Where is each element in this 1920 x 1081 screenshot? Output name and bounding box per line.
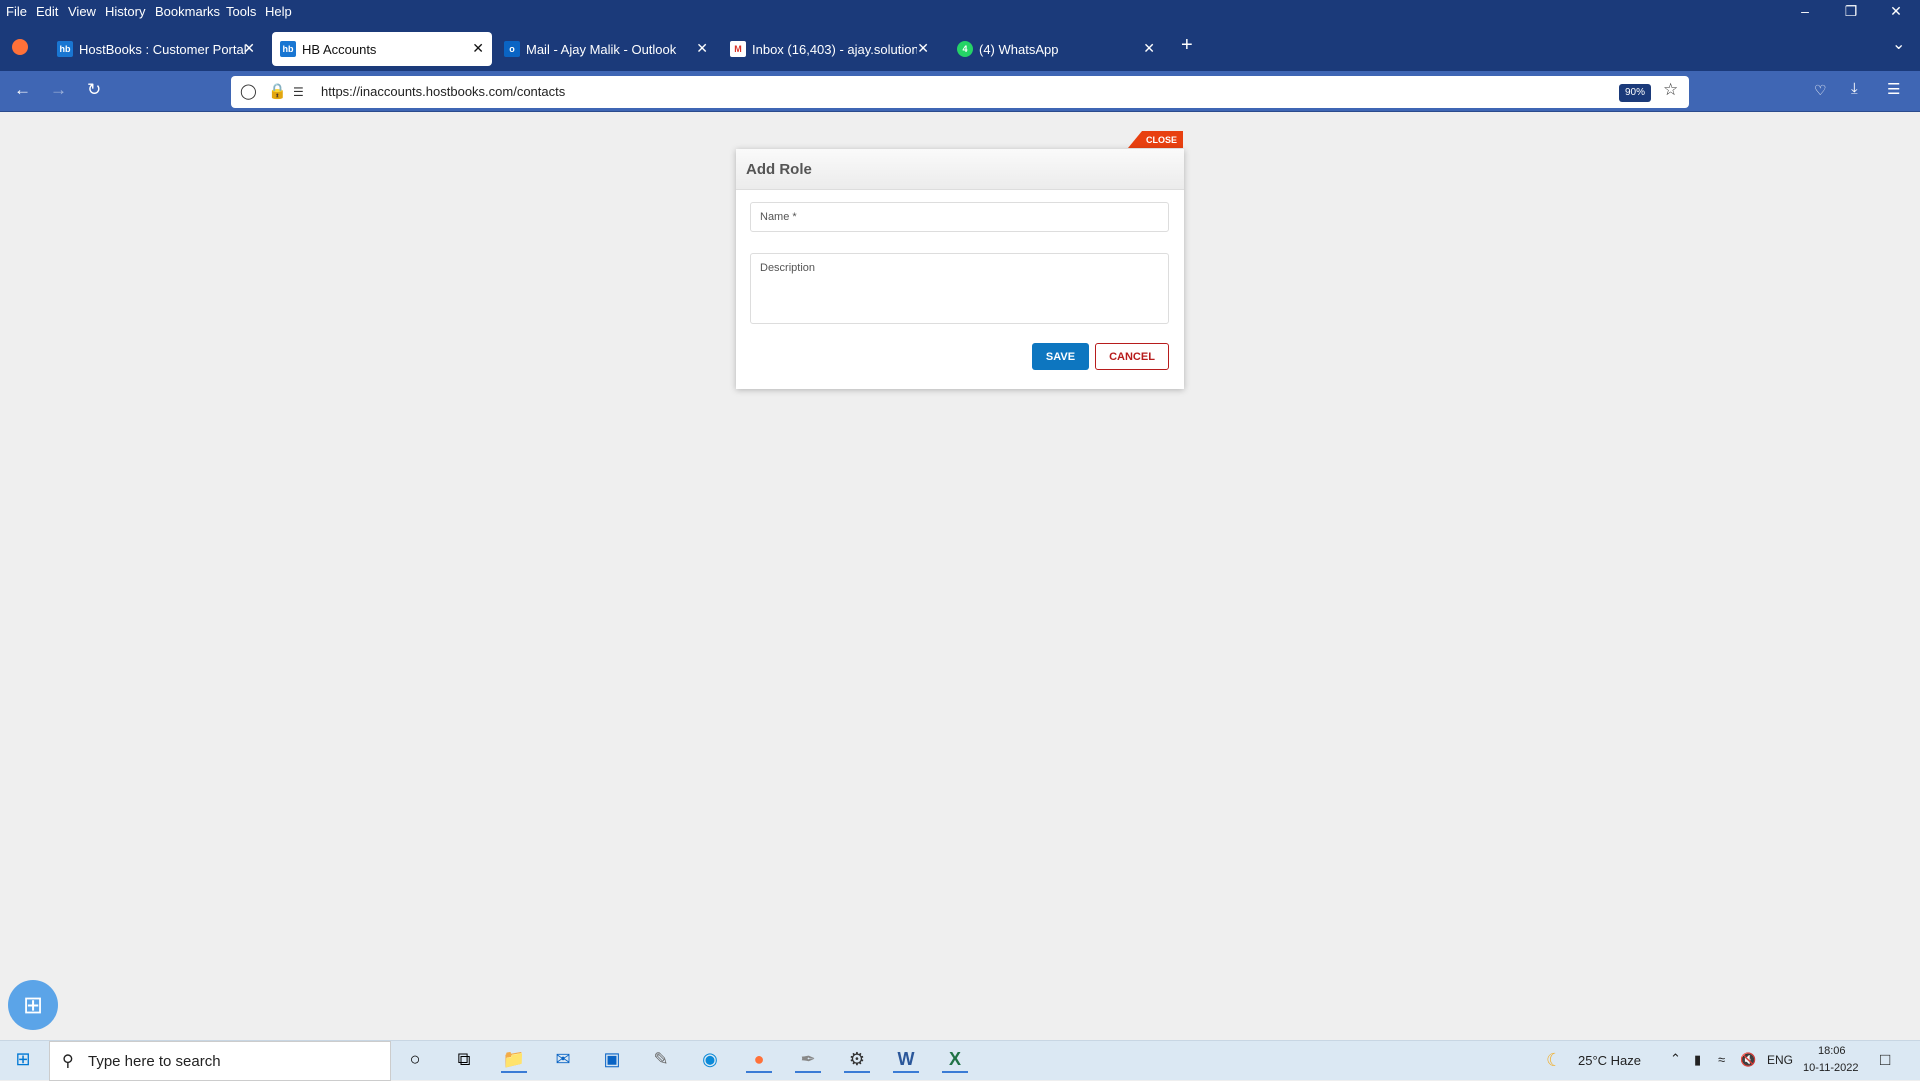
pen-app-icon[interactable]: ✎ — [648, 1049, 674, 1073]
download-icon[interactable]: ⤓ — [1851, 80, 1858, 97]
battery-icon[interactable]: ▮ — [1694, 1052, 1701, 1068]
apps-grid-button[interactable]: ⊞ — [8, 980, 58, 1030]
grid-icon: ⊞ — [22, 991, 44, 1019]
new-tab-icon[interactable]: + — [1181, 34, 1193, 57]
weather-text[interactable]: 25°C Haze — [1578, 1053, 1641, 1068]
taskbar-search[interactable]: ⚲ Type here to search — [49, 1041, 391, 1081]
close-dialog-button[interactable]: CLOSE — [1128, 131, 1183, 148]
close-tab-icon[interactable]: ✕ — [917, 40, 929, 57]
close-tab-icon[interactable]: ✕ — [243, 40, 255, 57]
excel-icon[interactable]: X — [942, 1049, 968, 1073]
mail-icon[interactable]: ✉ — [550, 1049, 576, 1073]
add-role-dialog: Add Role Name * Description SAVE CANCEL — [736, 149, 1184, 389]
lock-icon[interactable]: 🔒 — [268, 82, 287, 100]
task-view-icon[interactable]: ⧉ — [451, 1049, 477, 1073]
navigation-bar: ← → ↻ ◯ 🔒 ☰ https://inaccounts.hostbooks… — [0, 71, 1920, 112]
description-field[interactable]: Description — [750, 253, 1169, 324]
taskbar: ⊞ ⚲ Type here to search ○ ⧉ 📁 ✉ ▣ ✎ ◉ ● … — [0, 1040, 1920, 1081]
back-icon[interactable]: ← — [14, 80, 31, 100]
word-icon[interactable]: W — [893, 1049, 919, 1073]
menu-bar: File Edit View History Bookmarks Tools H… — [0, 0, 1920, 24]
cortana-icon[interactable]: ○ — [402, 1049, 428, 1073]
menu-tools[interactable]: Tools — [226, 4, 256, 19]
notifications-icon[interactable]: □ — [1880, 1050, 1890, 1070]
menu-file[interactable]: File — [6, 4, 27, 19]
reload-icon[interactable]: ↻ — [87, 80, 101, 100]
menu-edit[interactable]: Edit — [36, 4, 58, 19]
tab-hb-accounts[interactable]: hb HB Accounts ✕ — [272, 32, 492, 66]
clock-date[interactable]: 10-11-2022 — [1803, 1062, 1858, 1074]
windows-start-icon[interactable]: ⊞ — [10, 1049, 36, 1073]
menu-bookmarks[interactable]: Bookmarks — [155, 4, 220, 19]
hb-icon: hb — [57, 41, 73, 57]
shield-icon[interactable]: ◯ — [240, 82, 257, 100]
firefox-icon[interactable] — [12, 39, 28, 55]
tab-outlook[interactable]: o Mail - Ajay Malik - Outlook ✕ — [496, 32, 716, 66]
settings-icon[interactable]: ⚙ — [844, 1049, 870, 1073]
menu-view[interactable]: View — [68, 4, 96, 19]
save-button[interactable]: SAVE — [1032, 343, 1089, 370]
list-tabs-icon[interactable]: ⌄ — [1892, 34, 1905, 54]
pocket-icon[interactable]: ♡ — [1814, 82, 1827, 99]
edge-icon[interactable]: ◉ — [697, 1049, 723, 1073]
app-menu-icon[interactable]: ☰ — [1887, 80, 1900, 98]
tab-whatsapp[interactable]: 4 (4) WhatsApp ✕ — [949, 32, 1163, 66]
url-text[interactable]: https://inaccounts.hostbooks.com/contact… — [321, 84, 565, 99]
close-window-icon[interactable]: ✕ — [1876, 3, 1916, 20]
file-explorer-icon[interactable]: 📁 — [501, 1049, 527, 1073]
hb-icon: hb — [280, 41, 296, 57]
firefox-taskbar-icon[interactable]: ● — [746, 1049, 772, 1073]
clock-time[interactable]: 18:06 — [1818, 1045, 1846, 1057]
language-indicator[interactable]: ENG — [1767, 1053, 1793, 1067]
gmail-icon: M — [730, 41, 746, 57]
restore-icon[interactable]: ❐ — [1831, 3, 1871, 20]
forward-icon[interactable]: → — [50, 80, 67, 100]
volume-muted-icon[interactable]: 🔇 — [1740, 1052, 1756, 1068]
tab-gmail[interactable]: MInbox (16,403) - ajay.solutions@✕ — [722, 32, 937, 66]
close-tab-icon[interactable]: ✕ — [696, 40, 708, 57]
cancel-button[interactable]: CANCEL — [1095, 343, 1169, 370]
bookmark-star-icon[interactable]: ☆ — [1663, 80, 1678, 100]
dialog-title: Add Role — [736, 149, 1184, 190]
menu-help[interactable]: Help — [265, 4, 292, 19]
close-tab-icon[interactable]: ✕ — [472, 40, 484, 57]
outlook-icon: o — [504, 41, 520, 57]
name-field[interactable]: Name * — [750, 202, 1169, 232]
weather-icon[interactable]: ☾ — [1546, 1050, 1562, 1071]
wifi-icon[interactable]: ≈ — [1718, 1052, 1725, 1067]
tab-bar: hb HostBooks : Customer Portal ✕ hb HB Acco… — [0, 24, 1920, 71]
menu-history[interactable]: History — [105, 4, 145, 19]
search-icon: ⚲ — [62, 1053, 74, 1070]
minimize-icon[interactable]: – — [1785, 3, 1825, 19]
tab-hostbooks-portal[interactable]: hb HostBooks : Customer Portal ✕ — [49, 32, 263, 66]
store-icon[interactable]: ▣ — [599, 1049, 625, 1073]
address-bar[interactable]: ◯ 🔒 ☰ https://inaccounts.hostbooks.com/c… — [231, 76, 1689, 108]
zoom-level-badge[interactable]: 90% — [1619, 84, 1651, 102]
whatsapp-icon: 4 — [957, 41, 973, 57]
close-tab-icon[interactable]: ✕ — [1143, 40, 1155, 57]
paint-icon[interactable]: ✒ — [795, 1049, 821, 1073]
show-hidden-icons[interactable]: ⌃ — [1670, 1051, 1681, 1067]
permissions-icon[interactable]: ☰ — [293, 85, 304, 99]
